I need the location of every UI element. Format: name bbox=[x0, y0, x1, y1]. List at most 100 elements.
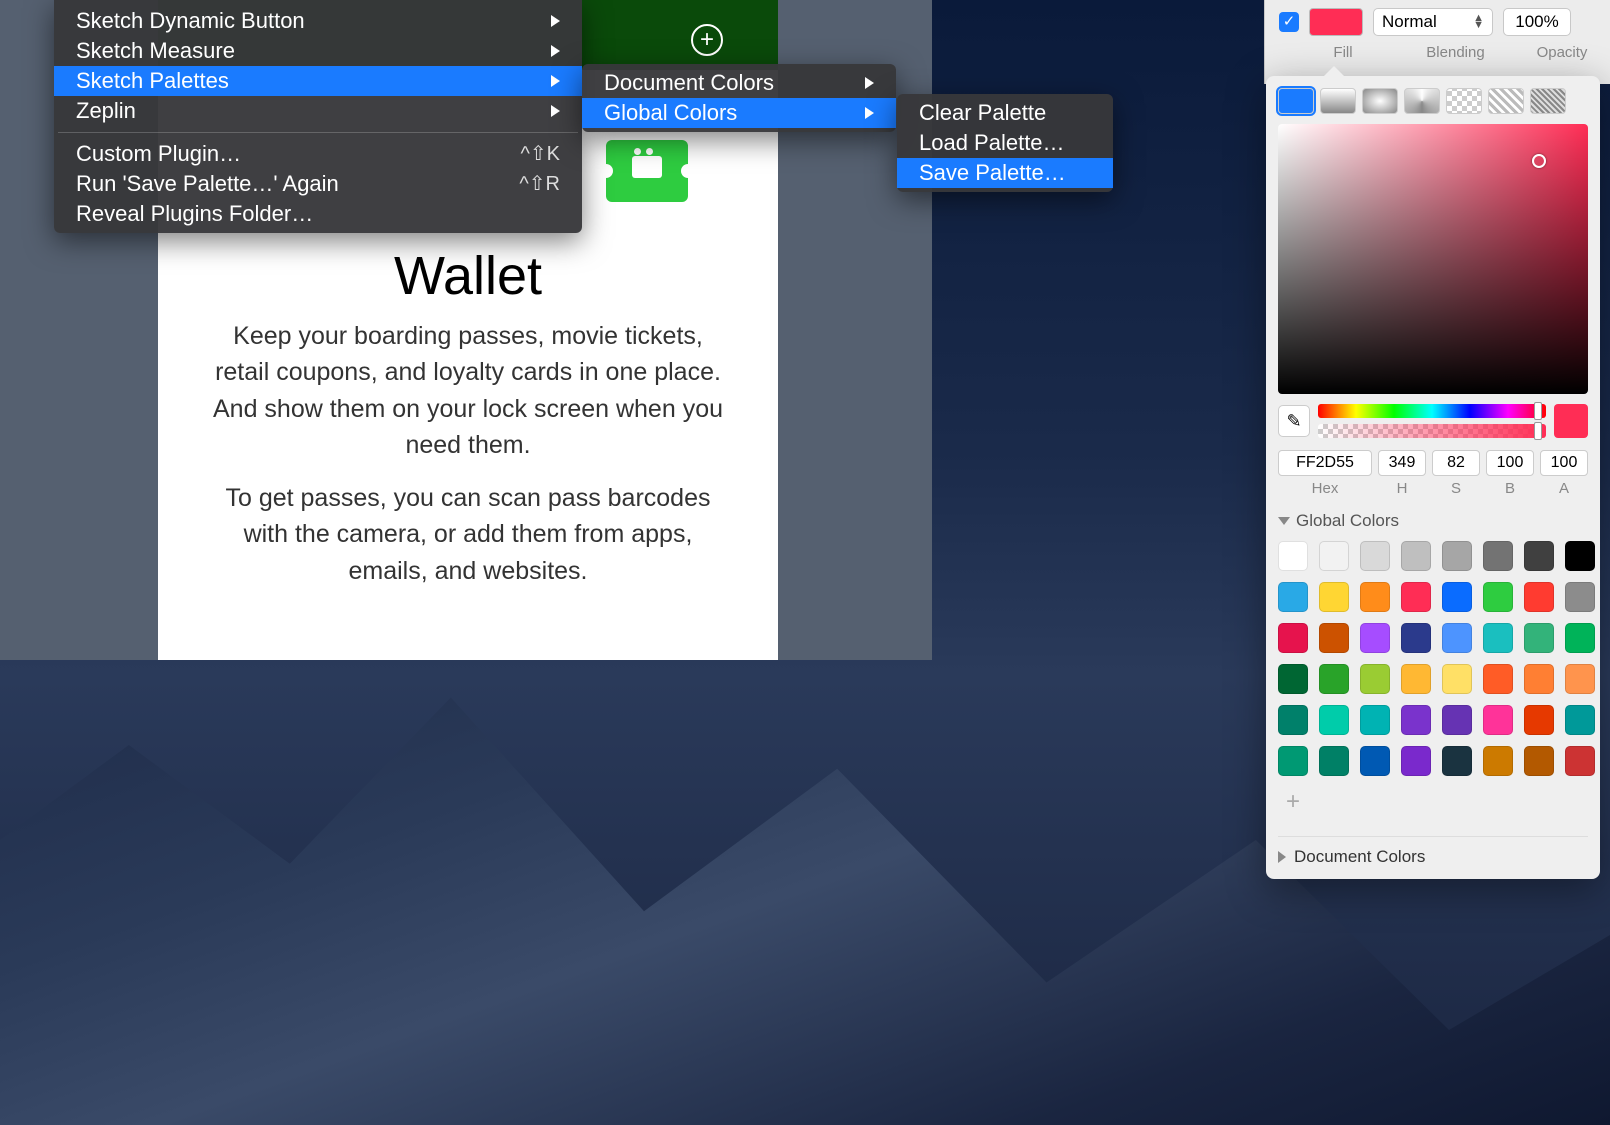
color-swatch[interactable] bbox=[1401, 623, 1431, 653]
menu-label: Sketch Dynamic Button bbox=[76, 6, 305, 36]
color-swatch[interactable] bbox=[1483, 582, 1513, 612]
submenu-arrow-icon bbox=[551, 45, 560, 57]
color-swatch[interactable] bbox=[1319, 746, 1349, 776]
alpha-slider[interactable] bbox=[1318, 424, 1546, 438]
alpha-field[interactable]: 100 bbox=[1540, 450, 1588, 476]
color-swatch[interactable] bbox=[1565, 664, 1595, 694]
wallet-heading: Wallet bbox=[158, 245, 778, 307]
color-swatch[interactable] bbox=[1442, 582, 1472, 612]
menu-label: Sketch Measure bbox=[76, 36, 235, 66]
fill-tab-solid[interactable] bbox=[1278, 88, 1314, 114]
color-swatch[interactable] bbox=[1401, 582, 1431, 612]
color-swatch[interactable] bbox=[1524, 746, 1554, 776]
color-swatch[interactable] bbox=[1565, 705, 1595, 735]
color-swatch[interactable] bbox=[1483, 664, 1513, 694]
color-swatch[interactable] bbox=[1401, 705, 1431, 735]
color-swatch[interactable] bbox=[1401, 664, 1431, 694]
hue-field[interactable]: 349 bbox=[1378, 450, 1426, 476]
color-swatch[interactable] bbox=[1442, 705, 1472, 735]
color-swatch[interactable] bbox=[1319, 623, 1349, 653]
color-swatch[interactable] bbox=[1278, 582, 1308, 612]
hex-field[interactable]: FF2D55 bbox=[1278, 450, 1372, 476]
submenu-arrow-icon bbox=[865, 107, 874, 119]
hue-handle[interactable] bbox=[1534, 402, 1542, 420]
color-swatch[interactable] bbox=[1524, 582, 1554, 612]
color-swatch[interactable] bbox=[1278, 746, 1308, 776]
add-icon[interactable]: + bbox=[691, 24, 723, 56]
menu-item-clear-palette[interactable]: Clear Palette bbox=[897, 98, 1113, 128]
color-swatch[interactable] bbox=[1524, 664, 1554, 694]
color-swatch[interactable] bbox=[1360, 746, 1390, 776]
color-swatch[interactable] bbox=[1565, 541, 1595, 571]
global-colors-header[interactable]: Global Colors bbox=[1278, 511, 1588, 531]
color-swatch[interactable] bbox=[1483, 746, 1513, 776]
fill-tab-noise[interactable] bbox=[1488, 88, 1524, 114]
color-swatch[interactable] bbox=[1319, 664, 1349, 694]
disclosure-right-icon bbox=[1278, 851, 1286, 863]
color-swatch[interactable] bbox=[1319, 541, 1349, 571]
menu-item-document-colors[interactable]: Document Colors bbox=[582, 68, 896, 98]
color-swatch[interactable] bbox=[1442, 541, 1472, 571]
color-swatch[interactable] bbox=[1565, 623, 1595, 653]
color-swatch[interactable] bbox=[1319, 582, 1349, 612]
document-colors-header[interactable]: Document Colors bbox=[1278, 836, 1588, 867]
alpha-handle[interactable] bbox=[1534, 422, 1542, 440]
menu-item-global-colors[interactable]: Global Colors bbox=[582, 98, 896, 128]
saturation-brightness-field[interactable] bbox=[1278, 124, 1588, 394]
color-swatch[interactable] bbox=[1442, 623, 1472, 653]
menu-item-custom-plugin[interactable]: Custom Plugin… ^⇧K bbox=[54, 139, 582, 169]
color-swatch[interactable] bbox=[1401, 541, 1431, 571]
fill-tab-image[interactable] bbox=[1530, 88, 1566, 114]
color-swatch[interactable] bbox=[1360, 705, 1390, 735]
color-swatch[interactable] bbox=[1319, 705, 1349, 735]
color-swatch[interactable] bbox=[1442, 746, 1472, 776]
color-swatch[interactable] bbox=[1278, 664, 1308, 694]
add-swatch-button[interactable]: + bbox=[1278, 788, 1308, 818]
color-swatch[interactable] bbox=[1524, 705, 1554, 735]
color-swatch[interactable] bbox=[1483, 623, 1513, 653]
color-swatch[interactable] bbox=[1360, 623, 1390, 653]
fill-tab-angular-gradient[interactable] bbox=[1404, 88, 1440, 114]
color-swatch[interactable] bbox=[1483, 705, 1513, 735]
fill-tab-radial-gradient[interactable] bbox=[1362, 88, 1398, 114]
eyedropper-button[interactable]: ✎ bbox=[1278, 405, 1310, 437]
global-colors-submenu: Clear Palette Load Palette… Save Palette… bbox=[897, 94, 1113, 192]
menu-item-zeplin[interactable]: Zeplin bbox=[54, 96, 582, 126]
movie-ticket-icon[interactable] bbox=[606, 140, 688, 202]
color-swatch[interactable] bbox=[1442, 664, 1472, 694]
menu-label: Load Palette… bbox=[919, 128, 1065, 158]
menu-label: Zeplin bbox=[76, 96, 136, 126]
color-swatch[interactable] bbox=[1360, 582, 1390, 612]
menu-item-save-palette[interactable]: Save Palette… bbox=[897, 158, 1113, 188]
menu-item-reveal-folder[interactable]: Reveal Plugins Folder… bbox=[54, 199, 582, 229]
color-swatch[interactable] bbox=[1278, 705, 1308, 735]
color-swatch[interactable] bbox=[1524, 623, 1554, 653]
menu-item-load-palette[interactable]: Load Palette… bbox=[897, 128, 1113, 158]
sv-handle[interactable] bbox=[1532, 154, 1546, 168]
menu-item-dynamic-button[interactable]: Sketch Dynamic Button bbox=[54, 6, 582, 36]
menu-item-run-again[interactable]: Run 'Save Palette…' Again ^⇧R bbox=[54, 169, 582, 199]
color-swatch[interactable] bbox=[1565, 582, 1595, 612]
wallet-paragraph-1: Keep your boarding passes, movie tickets… bbox=[203, 318, 733, 463]
color-swatch[interactable] bbox=[1524, 541, 1554, 571]
menu-item-palettes[interactable]: Sketch Palettes bbox=[54, 66, 582, 96]
color-swatch[interactable] bbox=[1278, 623, 1308, 653]
blending-select[interactable]: Normal ▲▼ bbox=[1373, 8, 1493, 36]
color-swatch[interactable] bbox=[1360, 541, 1390, 571]
brightness-field[interactable]: 100 bbox=[1486, 450, 1534, 476]
fill-tab-pattern[interactable] bbox=[1446, 88, 1482, 114]
opacity-field[interactable]: 100% bbox=[1503, 8, 1571, 36]
menu-label: Save Palette… bbox=[919, 158, 1066, 188]
menu-item-measure[interactable]: Sketch Measure bbox=[54, 36, 582, 66]
current-color-swatch[interactable] bbox=[1554, 404, 1588, 438]
color-swatch[interactable] bbox=[1278, 541, 1308, 571]
fill-color-swatch[interactable] bbox=[1309, 8, 1363, 36]
fill-tab-linear-gradient[interactable] bbox=[1320, 88, 1356, 114]
fill-enabled-checkbox[interactable]: ✓ bbox=[1279, 12, 1299, 32]
color-swatch[interactable] bbox=[1360, 664, 1390, 694]
color-swatch[interactable] bbox=[1401, 746, 1431, 776]
color-swatch[interactable] bbox=[1565, 746, 1595, 776]
saturation-field[interactable]: 82 bbox=[1432, 450, 1480, 476]
color-swatch[interactable] bbox=[1483, 541, 1513, 571]
hue-slider[interactable] bbox=[1318, 404, 1546, 418]
